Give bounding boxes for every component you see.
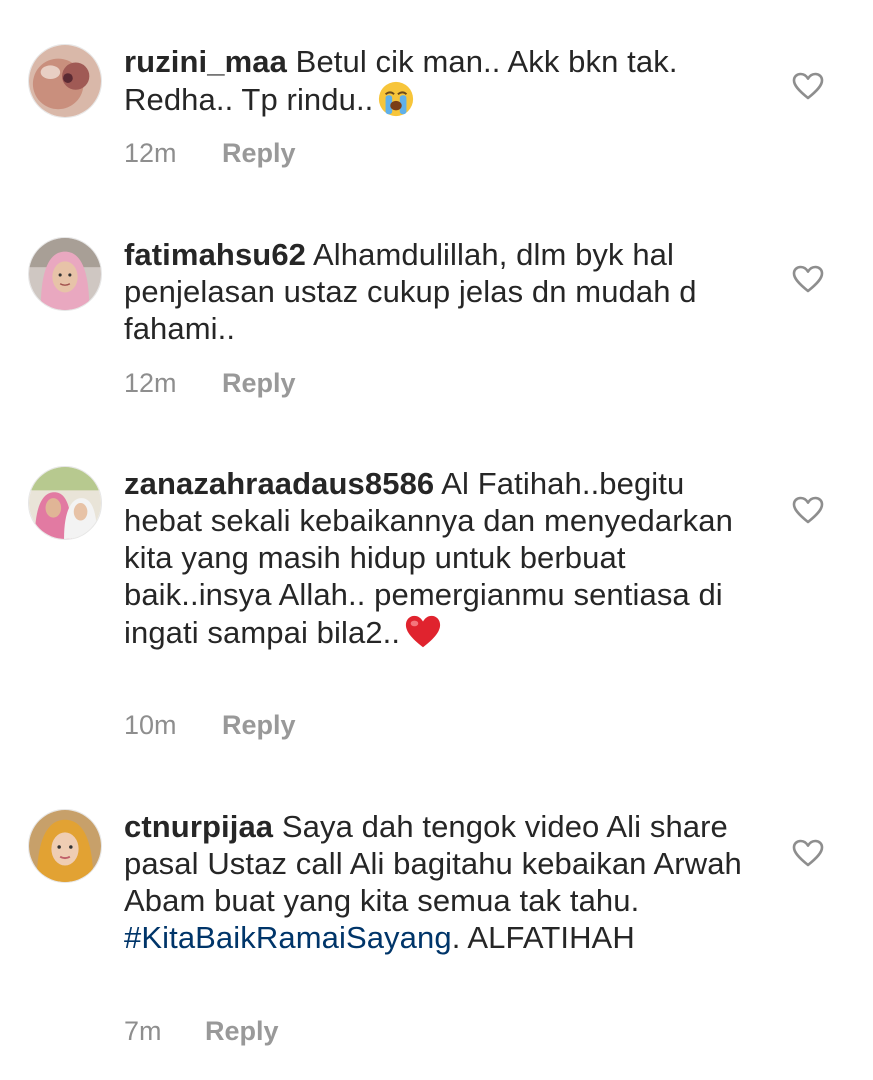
red-heart-icon [404, 613, 442, 651]
heart-outline-icon[interactable] [792, 496, 824, 524]
comment-body: ctnurpijaa Saya dah tengok video Ali sha… [124, 808, 764, 956]
reply-button[interactable]: Reply [222, 709, 296, 741]
comment-text: ctnurpijaa Saya dah tengok video Ali sha… [124, 808, 764, 956]
reply-button[interactable]: Reply [205, 1015, 279, 1047]
avatar[interactable] [28, 237, 102, 311]
comment-meta: 12m Reply [124, 367, 296, 399]
comment-time: 10m [124, 710, 177, 740]
comment-meta: 10m Reply [124, 709, 296, 741]
avatar[interactable] [28, 44, 102, 118]
reply-button[interactable]: Reply [222, 367, 296, 399]
heart-outline-icon[interactable] [792, 265, 824, 293]
comment-meta: 12m Reply [124, 137, 296, 169]
reply-button[interactable]: Reply [222, 137, 296, 169]
comment-message-end: . ALFATIHAH [451, 920, 635, 955]
heart-outline-icon[interactable] [792, 839, 824, 867]
comment-text: ruzini_maa Betul cik man.. Akk bkn tak. … [124, 43, 764, 118]
loudly-crying-face-icon [377, 80, 415, 118]
hashtag-link[interactable]: #KitaBaikRamaiSayang [124, 920, 452, 955]
comment-time: 12m [124, 138, 177, 168]
comment-meta: 7m Reply [124, 1015, 279, 1047]
comment-username[interactable]: zanazahraadaus8586 [124, 466, 434, 501]
comment-text: fatimahsu62 Alhamdulillah, dlm byk hal p… [124, 236, 764, 347]
comment-body: zanazahraadaus8586 Al Fatihah..begitu he… [124, 465, 764, 651]
comment-text: zanazahraadaus8586 Al Fatihah..begitu he… [124, 465, 764, 651]
avatar[interactable] [28, 466, 102, 540]
comment-body: ruzini_maa Betul cik man.. Akk bkn tak. … [124, 43, 764, 118]
comment-username[interactable]: ruzini_maa [124, 44, 287, 79]
comment-time: 7m [124, 1016, 162, 1046]
comment-time: 12m [124, 368, 177, 398]
comment-username[interactable]: ctnurpijaa [124, 809, 273, 844]
comment-username[interactable]: fatimahsu62 [124, 237, 306, 272]
avatar[interactable] [28, 809, 102, 883]
heart-outline-icon[interactable] [792, 72, 824, 100]
comment-body: fatimahsu62 Alhamdulillah, dlm byk hal p… [124, 236, 764, 347]
